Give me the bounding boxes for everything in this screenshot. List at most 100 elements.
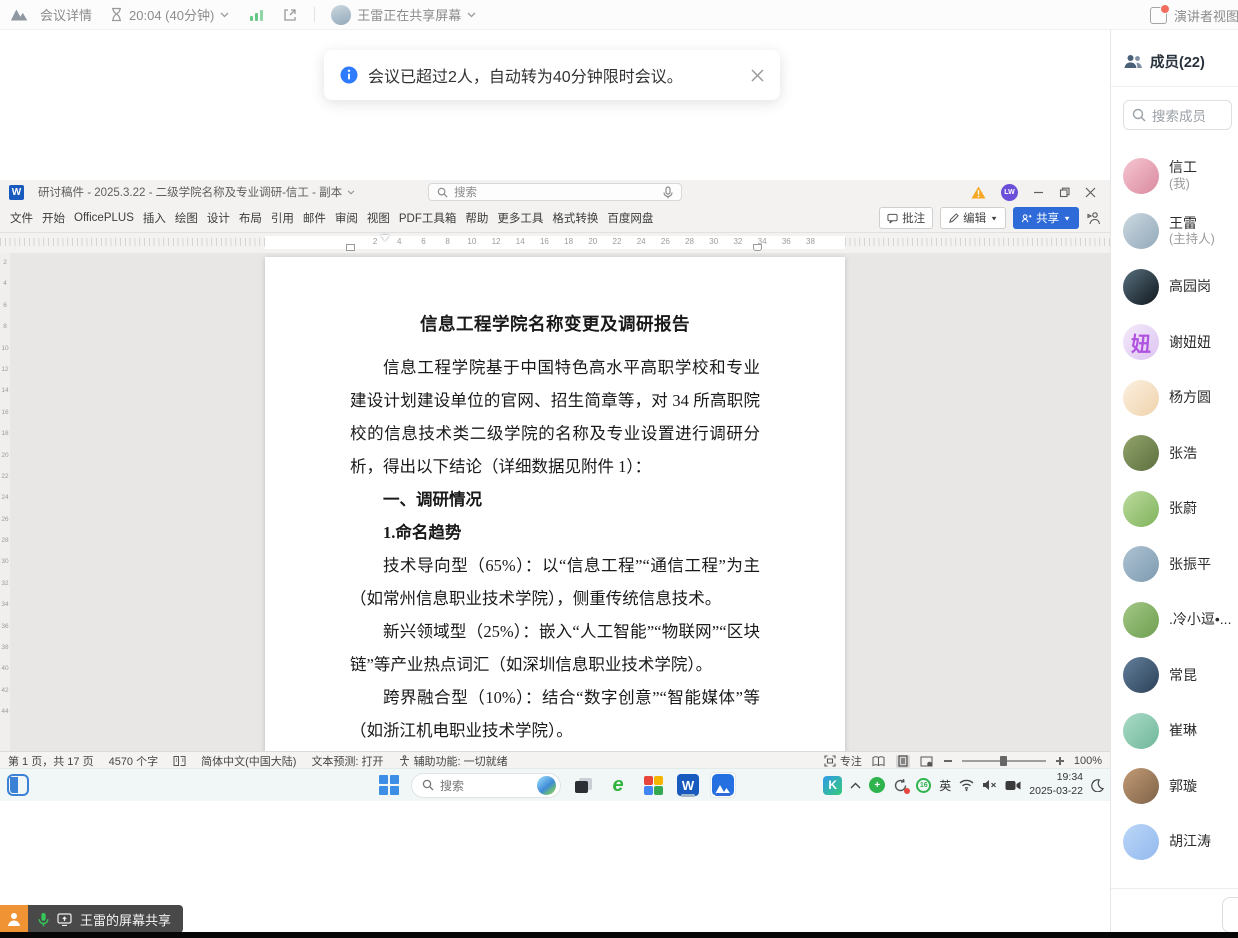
- word-count[interactable]: 4570 个字: [109, 753, 159, 769]
- member-list-item[interactable]: 崔琳: [1111, 703, 1238, 759]
- member-list-item[interactable]: 信工 (我): [1111, 148, 1238, 204]
- ribbon-tab[interactable]: 格式转换: [552, 210, 598, 226]
- k-app-tray-icon[interactable]: K: [823, 776, 842, 795]
- network-signal-icon[interactable]: [249, 8, 264, 22]
- ribbon-tab[interactable]: 绘图: [175, 210, 198, 226]
- meeting-detail-button[interactable]: 会议详情: [40, 5, 92, 24]
- v-ruler-number: 12: [0, 366, 10, 387]
- word-search-box[interactable]: 搜索: [428, 183, 682, 201]
- right-indent-marker[interactable]: [753, 244, 762, 251]
- ribbon-tab[interactable]: 开始: [42, 210, 65, 226]
- speaker-view-icon: [1150, 7, 1167, 24]
- word-taskbar-button[interactable]: W: [675, 772, 701, 798]
- ribbon-tabs: 文件 开始 OfficePLUS 插入 绘图 设计 布局 引用 邮件 审阅 视图…: [0, 210, 653, 226]
- ribbon-tab[interactable]: 布局: [239, 210, 262, 226]
- ribbon-tab[interactable]: 审阅: [335, 210, 358, 226]
- sharer-status[interactable]: 王雷正在共享屏幕: [331, 5, 476, 25]
- zoom-slider[interactable]: [962, 760, 1046, 762]
- ribbon-tab[interactable]: 视图: [367, 210, 390, 226]
- volume-muted-icon[interactable]: [982, 779, 997, 791]
- read-mode-icon[interactable]: [872, 755, 886, 768]
- member-meta: 崔琳: [1169, 722, 1197, 740]
- print-layout-icon[interactable]: [896, 755, 910, 768]
- member-search-box[interactable]: 搜索成员: [1123, 100, 1232, 130]
- ribbon-tab[interactable]: OfficePLUS: [74, 212, 134, 224]
- close-icon[interactable]: [751, 69, 764, 82]
- member-list-item[interactable]: 高园岗: [1111, 259, 1238, 315]
- presenter-tile[interactable]: [0, 905, 28, 933]
- ribbon-tab[interactable]: 更多工具: [497, 210, 543, 226]
- web-layout-icon[interactable]: [920, 755, 934, 768]
- mic-icon[interactable]: [663, 186, 673, 199]
- ribbon-tab[interactable]: 引用: [271, 210, 294, 226]
- wifi-icon[interactable]: [959, 779, 974, 791]
- zoom-out-icon[interactable]: [944, 760, 952, 762]
- panel-action-button[interactable]: [1222, 897, 1238, 933]
- screen-record-icon[interactable]: [1005, 780, 1021, 791]
- taskbar-search[interactable]: 搜索: [411, 773, 561, 798]
- restore-icon[interactable]: [1059, 187, 1070, 198]
- account-avatar[interactable]: LW: [1001, 184, 1018, 201]
- v-ruler-number: 8: [0, 323, 10, 344]
- member-list-item[interactable]: 张蔚: [1111, 481, 1238, 537]
- minimize-icon[interactable]: [1033, 187, 1044, 198]
- member-list-item[interactable]: 常昆: [1111, 648, 1238, 704]
- chevron-down-icon: [467, 12, 476, 18]
- document-canvas[interactable]: 2 4 6 8 10 12 14 16 18 20 22 24 26 28 30…: [0, 253, 1110, 751]
- close-icon[interactable]: [1085, 187, 1096, 198]
- sharer-status-label: 王雷正在共享屏幕: [357, 5, 461, 24]
- ie-browser-button[interactable]: e: [605, 772, 631, 798]
- focus-mode-button[interactable]: 专注: [824, 753, 862, 769]
- ribbon-tab[interactable]: 帮助: [465, 210, 488, 226]
- share-button[interactable]: 共享 ▼: [1013, 207, 1079, 229]
- v-ruler-number: 14: [0, 387, 10, 408]
- member-list-item[interactable]: 郭璇: [1111, 759, 1238, 815]
- task-view-button[interactable]: [570, 772, 596, 798]
- language-indicator[interactable]: 简体中文(中国大陆): [201, 753, 296, 769]
- notification-dot: [904, 788, 910, 794]
- comment-button[interactable]: 批注: [879, 207, 933, 229]
- meeting-timer[interactable]: 20:04 (40分钟): [110, 5, 229, 24]
- member-list-item[interactable]: .冷小逗•...: [1111, 592, 1238, 648]
- moon-icon[interactable]: [1091, 779, 1104, 792]
- ribbon-tab[interactable]: 百度网盘: [607, 210, 653, 226]
- first-line-indent-marker[interactable]: [381, 235, 389, 241]
- horizontal-ruler[interactable]: 2 4 6 8 10 12 14 16 18 20 22 24 26 28 30…: [0, 233, 1110, 253]
- accessibility-status[interactable]: 辅助功能: 一切就绪: [399, 753, 508, 769]
- member-list-item[interactable]: 胡江涛: [1111, 814, 1238, 870]
- ribbon-tab[interactable]: 文件: [10, 210, 33, 226]
- sync-tray-icon[interactable]: [893, 778, 908, 793]
- left-indent-marker[interactable]: [346, 244, 355, 251]
- meeting-taskbar-button[interactable]: [710, 772, 736, 798]
- speaker-view-button[interactable]: 演讲者视图: [1150, 0, 1238, 30]
- member-list-item[interactable]: 张浩: [1111, 426, 1238, 482]
- ime-indicator[interactable]: 英: [939, 777, 951, 794]
- ribbon-tab[interactable]: 插入: [143, 210, 166, 226]
- page-indicator[interactable]: 第 1 页，共 17 页: [8, 753, 94, 769]
- antivirus-tray-icon[interactable]: +: [869, 777, 885, 793]
- zoom-slider-thumb[interactable]: [1000, 756, 1007, 766]
- widgets-icon[interactable]: [6, 773, 30, 797]
- member-list-item[interactable]: 王雷 (主持人): [1111, 204, 1238, 260]
- text-prediction[interactable]: 文本预测: 打开: [311, 753, 383, 769]
- ribbon-tab[interactable]: 设计: [207, 210, 230, 226]
- assistant-icon[interactable]: [1086, 211, 1100, 225]
- member-list-item[interactable]: 张振平: [1111, 537, 1238, 593]
- proofing-icon[interactable]: [173, 755, 186, 767]
- zoom-in-icon[interactable]: [1056, 757, 1064, 765]
- ribbon-tab[interactable]: PDF工具箱: [399, 210, 457, 226]
- ribbon-tab[interactable]: 邮件: [303, 210, 326, 226]
- share-indicator-bar[interactable]: 王雷的屏幕共享: [28, 905, 183, 933]
- member-list-item[interactable]: 杨方圆: [1111, 370, 1238, 426]
- document-page[interactable]: 信息工程学院名称变更及调研报告 信息工程学院基于中国特色高水平高职学校和专业建设…: [265, 257, 845, 751]
- green-ring-tray-icon[interactable]: 16: [916, 778, 931, 793]
- tray-clock[interactable]: 19:34 2025-03-22: [1029, 771, 1083, 798]
- pop-out-icon[interactable]: [282, 7, 298, 23]
- start-button[interactable]: [376, 772, 402, 798]
- member-list-item[interactable]: 妞 谢妞妞: [1111, 315, 1238, 371]
- warning-icon[interactable]: [971, 186, 986, 199]
- zoom-level[interactable]: 100%: [1074, 755, 1102, 767]
- tray-chevron-up-icon[interactable]: [850, 782, 861, 789]
- edit-mode-button[interactable]: 编辑 ▼: [940, 207, 1006, 229]
- gallery-app-button[interactable]: [640, 772, 666, 798]
